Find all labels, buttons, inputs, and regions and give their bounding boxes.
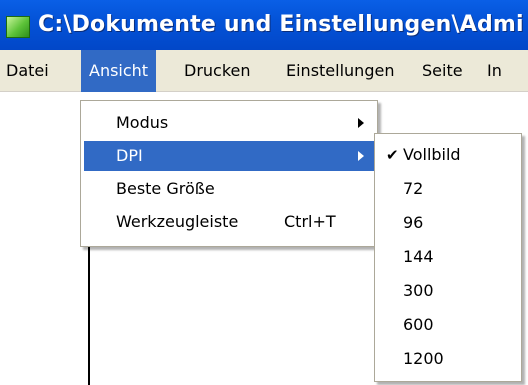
dpi-item-600[interactable]: 600 — [378, 310, 518, 340]
dpi-item-label: 1200 — [403, 349, 444, 368]
menu-ansicht[interactable]: Ansicht — [81, 50, 157, 92]
menu-item-dpi[interactable]: DPI — [84, 141, 374, 171]
document-border-line — [88, 245, 90, 385]
submenu-arrow-icon — [358, 118, 364, 128]
menu-bar: Datei Ansicht Drucken Einstellungen Seit… — [0, 50, 528, 92]
dpi-item-label: 600 — [403, 315, 434, 334]
menu-item-modus-label: Modus — [116, 113, 169, 132]
menu-item-werkzeugleiste-label: Werkzeugleiste — [116, 212, 239, 231]
menu-item-beste-groesse[interactable]: Beste Größe — [84, 174, 374, 204]
dpi-item-300[interactable]: 300 — [378, 276, 518, 306]
menu-drucken[interactable]: Drucken — [184, 50, 251, 92]
dpi-item-label: 96 — [403, 213, 424, 232]
menu-item-modus[interactable]: Modus — [84, 108, 374, 138]
menu-item-beste-groesse-label: Beste Größe — [116, 179, 215, 198]
shortcut-label: Ctrl+T — [284, 212, 336, 231]
dpi-item-label: Vollbild — [403, 145, 461, 164]
window-title: C:\Dokumente und Einstellungen\Admi — [38, 12, 524, 37]
checkmark-icon: ✔ — [386, 146, 399, 164]
dpi-item-label: 72 — [403, 179, 424, 198]
menu-einstellungen[interactable]: Einstellungen — [286, 50, 394, 92]
dpi-item-label: 300 — [403, 281, 434, 300]
menu-item-werkzeugleiste[interactable]: Werkzeugleiste Ctrl+T — [84, 207, 374, 237]
menu-item-dpi-label: DPI — [116, 146, 143, 165]
title-bar: C:\Dokumente und Einstellungen\Admi — [0, 0, 528, 50]
ansicht-dropdown: Modus DPI Beste Größe Werkzeugleiste Ctr… — [80, 100, 378, 247]
dpi-item-vollbild[interactable]: ✔ Vollbild — [378, 140, 518, 170]
submenu-arrow-icon — [358, 151, 364, 161]
dpi-item-label: 144 — [403, 247, 434, 266]
dpi-item-144[interactable]: 144 — [378, 242, 518, 272]
app-icon[interactable] — [6, 16, 30, 38]
dpi-item-1200[interactable]: 1200 — [378, 344, 518, 374]
dpi-submenu: ✔ Vollbild 72 96 144 300 600 1200 — [374, 133, 522, 382]
dpi-item-96[interactable]: 96 — [378, 208, 518, 238]
dpi-item-72[interactable]: 72 — [378, 174, 518, 204]
menu-in[interactable]: In — [487, 50, 502, 92]
menu-seite[interactable]: Seite — [422, 50, 463, 92]
menu-datei[interactable]: Datei — [6, 50, 49, 92]
